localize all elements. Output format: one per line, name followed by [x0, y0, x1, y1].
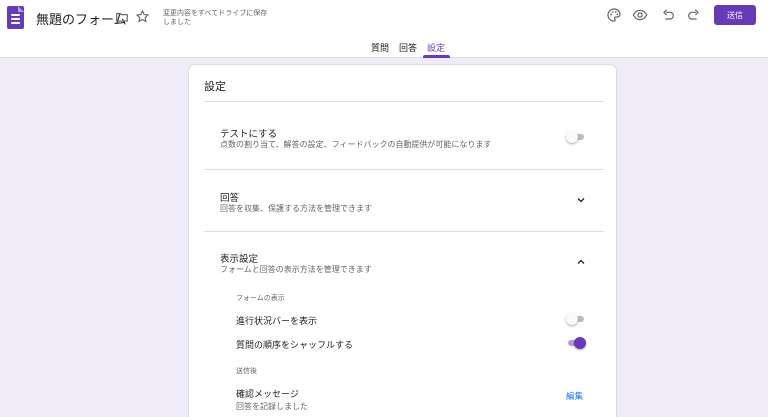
forms-app-icon[interactable] — [7, 6, 24, 29]
shuffle-questions-toggle[interactable] — [566, 337, 586, 349]
settings-title: 設定 — [204, 80, 226, 93]
star-icon[interactable] — [135, 9, 150, 24]
quiz-section-title: テストにする — [220, 129, 278, 140]
form-display-heading: フォームの表示 — [236, 294, 285, 302]
responses-section-desc: 回答を収集、保護する方法を管理できます — [220, 204, 372, 213]
tab-responses[interactable]: 回答 — [397, 37, 419, 58]
divider — [204, 101, 604, 102]
save-status: 変更内容をすべてドライブに保存しました — [163, 9, 268, 26]
confirmation-message-value: 回答を記録しました — [236, 402, 308, 411]
progress-bar-toggle[interactable] — [566, 313, 586, 325]
form-title[interactable]: 無題のフォーム — [36, 9, 127, 28]
preview-eye-icon[interactable] — [632, 7, 648, 23]
active-tab-indicator — [423, 55, 450, 58]
palette-icon[interactable] — [606, 7, 622, 23]
divider — [204, 169, 604, 170]
progress-bar-label: 進行状況バーを表示 — [236, 317, 318, 327]
responses-section-title[interactable]: 回答 — [220, 190, 239, 204]
divider — [204, 231, 604, 232]
chevron-down-icon[interactable] — [575, 194, 587, 206]
tab-questions[interactable]: 質問 — [368, 37, 392, 58]
chevron-up-icon[interactable] — [575, 256, 587, 268]
send-button[interactable]: 送信 — [714, 5, 756, 25]
confirmation-message-label: 確認メッセージ — [236, 390, 299, 400]
quiz-toggle[interactable] — [566, 131, 586, 143]
undo-icon[interactable] — [660, 7, 676, 23]
shuffle-questions-label: 質問の順序をシャッフルする — [236, 341, 354, 351]
top-app-bar: 無題のフォーム 変更内容をすべてドライブに保存しました 送信 質問 回答 設定 — [0, 0, 768, 58]
settings-card: 設定 テストにする 点数の割り当て、解答の設定、フィードバックの自動提供が可能に… — [188, 64, 617, 417]
form-tabs: 質問 回答 設定 — [0, 37, 768, 58]
edit-confirmation-link[interactable]: 編集 — [566, 390, 583, 402]
quiz-section-desc: 点数の割り当て、解答の設定、フィードバックの自動提供が可能になります — [220, 140, 492, 149]
after-submit-heading: 送信後 — [236, 367, 257, 375]
presentation-section-title[interactable]: 表示設定 — [220, 251, 258, 265]
folder-icon[interactable] — [115, 10, 129, 24]
redo-icon[interactable] — [686, 7, 702, 23]
presentation-section-desc: フォームと回答の表示方法を管理できます — [220, 265, 372, 274]
